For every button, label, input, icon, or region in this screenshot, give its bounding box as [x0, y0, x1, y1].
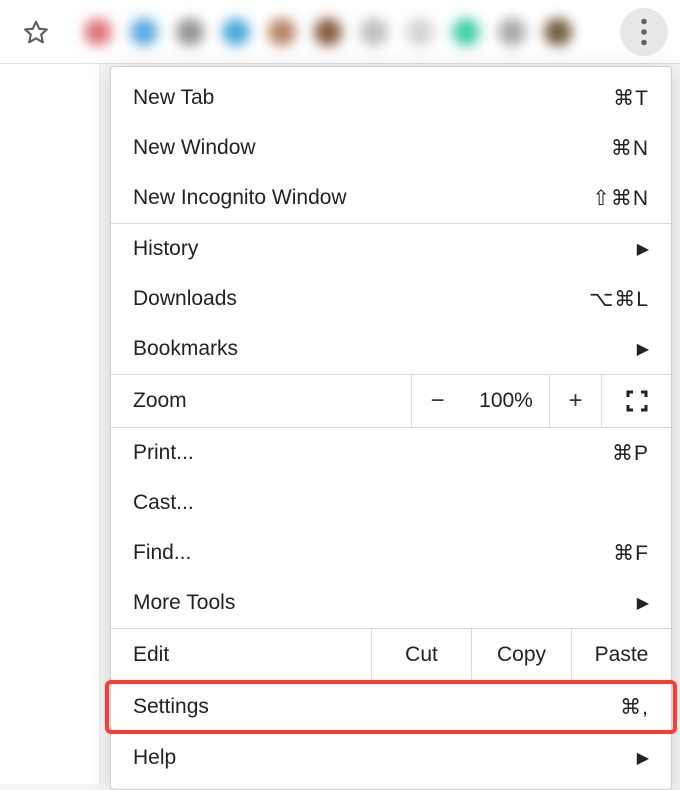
- menu-label: New Incognito Window: [133, 186, 592, 210]
- chevron-right-icon: ▶: [637, 748, 649, 768]
- menu-shortcut: ⌘P: [612, 441, 649, 466]
- fullscreen-icon: [626, 390, 648, 412]
- extension-icon[interactable]: [406, 18, 434, 46]
- chrome-menu-button[interactable]: [620, 8, 668, 56]
- extension-icon[interactable]: [314, 18, 342, 46]
- menu-label: New Window: [133, 136, 611, 160]
- menu-label: Bookmarks: [133, 337, 637, 361]
- chevron-right-icon: ▶: [637, 339, 649, 359]
- menu-item-cast[interactable]: Cast...: [111, 478, 671, 528]
- menu-item-find[interactable]: Find... ⌘F: [111, 528, 671, 578]
- vertical-dots-icon: [640, 18, 648, 46]
- edit-paste-button[interactable]: Paste: [571, 629, 671, 681]
- extension-icon[interactable]: [84, 18, 112, 46]
- menu-item-history[interactable]: History ▶: [111, 224, 671, 274]
- menu-label: Print...: [133, 441, 612, 465]
- menu-item-bookmarks[interactable]: Bookmarks ▶: [111, 324, 671, 374]
- menu-item-edit: Edit Cut Copy Paste: [111, 628, 671, 682]
- menu-shortcut: ⇧⌘N: [592, 186, 649, 211]
- menu-shortcut: ⌥⌘L: [589, 287, 649, 312]
- menu-label: Help: [133, 746, 637, 770]
- page-content-area: [0, 64, 100, 784]
- menu-item-print[interactable]: Print... ⌘P: [111, 428, 671, 478]
- menu-item-downloads[interactable]: Downloads ⌥⌘L: [111, 274, 671, 324]
- zoom-in-button[interactable]: +: [549, 375, 601, 427]
- chevron-right-icon: ▶: [637, 593, 649, 613]
- menu-label: Downloads: [133, 287, 589, 311]
- extension-icon[interactable]: [452, 18, 480, 46]
- extension-icon[interactable]: [222, 18, 250, 46]
- extension-icon[interactable]: [268, 18, 296, 46]
- menu-label: Find...: [133, 541, 613, 565]
- menu-item-new-window[interactable]: New Window ⌘N: [111, 123, 671, 173]
- extension-icon[interactable]: [130, 18, 158, 46]
- browser-toolbar: [0, 0, 680, 64]
- menu-label: History: [133, 237, 637, 261]
- zoom-out-button[interactable]: −: [411, 375, 463, 427]
- menu-shortcut: ⌘N: [611, 136, 649, 161]
- menu-label: Settings: [133, 695, 620, 719]
- menu-label: More Tools: [133, 591, 637, 615]
- extension-icons-row: [84, 18, 572, 46]
- menu-shortcut: ⌘T: [613, 86, 649, 111]
- zoom-label: Zoom: [111, 375, 411, 427]
- star-icon: [23, 19, 49, 45]
- menu-label: Cast...: [133, 491, 649, 515]
- menu-shortcut: ⌘F: [613, 541, 649, 566]
- menu-item-zoom: Zoom − 100% +: [111, 374, 671, 428]
- edit-copy-button[interactable]: Copy: [471, 629, 571, 681]
- chevron-right-icon: ▶: [637, 239, 649, 259]
- menu-item-new-tab[interactable]: New Tab ⌘T: [111, 73, 671, 123]
- extension-icon[interactable]: [498, 18, 526, 46]
- zoom-value: 100%: [463, 375, 549, 427]
- menu-label: New Tab: [133, 86, 613, 110]
- extension-icon[interactable]: [360, 18, 388, 46]
- fullscreen-button[interactable]: [601, 375, 671, 427]
- menu-item-more-tools[interactable]: More Tools ▶: [111, 578, 671, 628]
- menu-item-settings[interactable]: Settings ⌘,: [111, 682, 671, 732]
- edit-cut-button[interactable]: Cut: [371, 629, 471, 681]
- extension-icon[interactable]: [544, 18, 572, 46]
- menu-item-new-incognito[interactable]: New Incognito Window ⇧⌘N: [111, 173, 671, 223]
- edit-label: Edit: [111, 629, 371, 681]
- menu-shortcut: ⌘,: [620, 695, 649, 720]
- menu-item-help[interactable]: Help ▶: [111, 733, 671, 783]
- extension-icon[interactable]: [176, 18, 204, 46]
- bookmark-star-button[interactable]: [12, 8, 60, 56]
- chrome-main-menu: New Tab ⌘T New Window ⌘N New Incognito W…: [110, 66, 672, 790]
